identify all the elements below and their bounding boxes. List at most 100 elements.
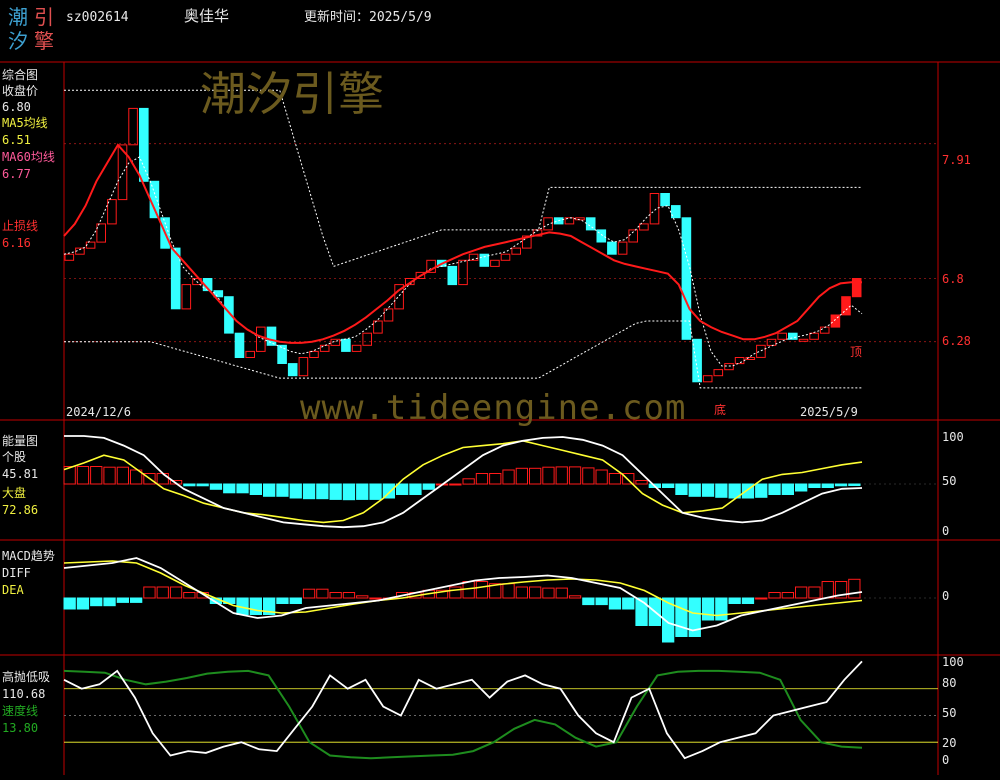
energy-bar (675, 483, 688, 495)
candle (298, 357, 309, 377)
energy-bar (289, 483, 302, 499)
energy-bar (236, 483, 249, 494)
macd-bar (848, 578, 861, 599)
candle (277, 344, 287, 364)
macd-bar (755, 597, 768, 600)
macd-bar (701, 597, 715, 621)
p4-tick-0: 0 (942, 753, 950, 767)
panel1-title: 综合图 (2, 68, 39, 82)
energy-bar (555, 466, 568, 485)
macd-bar (728, 597, 741, 604)
macd-bar (329, 592, 342, 599)
macd-bar (302, 588, 316, 599)
candle (724, 363, 734, 371)
macd-bar (595, 597, 608, 606)
p4-tick-80: 80 (942, 676, 957, 690)
candle (149, 180, 160, 219)
macd-bar (316, 588, 329, 599)
close-label: 收盘价 (2, 84, 39, 98)
energy-bar (755, 483, 768, 498)
energy-bar (834, 483, 848, 487)
energy-bar (263, 483, 276, 497)
macd-bar (741, 597, 755, 604)
candle (373, 320, 383, 334)
energy-bar (768, 483, 781, 495)
candle (734, 357, 745, 365)
macd-bar (821, 581, 834, 599)
watermark-url: www.tideengine.com (300, 388, 687, 428)
energy-bar (449, 483, 462, 486)
ma60-line (63, 143, 862, 344)
candle (798, 338, 809, 342)
macd-bar (90, 597, 103, 607)
tick-6-8: 6.8 (942, 272, 964, 286)
energy-bar (848, 483, 861, 486)
candle (85, 241, 96, 249)
energy-bar (196, 483, 209, 487)
candle (490, 259, 500, 267)
macd-bar (582, 597, 595, 606)
panel4-value: 110.68 (2, 687, 46, 701)
macd-bar (715, 597, 728, 621)
candle (511, 247, 521, 255)
candle (266, 326, 277, 346)
dea-label: DEA (2, 583, 24, 597)
speed-line (63, 669, 863, 760)
macd-bar (183, 592, 196, 599)
candle (617, 241, 628, 255)
energy-bar (795, 483, 808, 492)
energy-bar (502, 469, 515, 485)
channel-lower (64, 320, 862, 389)
candle (96, 223, 107, 243)
energy-bar (688, 483, 701, 497)
p2-tick-0: 0 (942, 524, 950, 538)
energy-bar (183, 483, 196, 487)
macd-bar (169, 586, 183, 599)
energy-bar (529, 467, 542, 485)
candle (607, 241, 617, 255)
candle (107, 199, 117, 225)
macd-bar (768, 592, 781, 599)
panel2-title: 能量图 (2, 434, 39, 448)
energy-bar (568, 466, 582, 485)
energy-bar (489, 473, 502, 485)
energy-bar (422, 483, 435, 490)
stock-energy-label: 个股 (2, 450, 27, 464)
channel-upper (64, 89, 862, 268)
close-value: 6.80 (2, 100, 31, 114)
candle (543, 217, 553, 231)
energy-bar (475, 473, 489, 485)
p4-tick-20: 20 (942, 736, 957, 750)
market-energy-label: 大盘 (2, 486, 27, 500)
macd-bar (156, 586, 169, 599)
market-energy-value: 72.86 (2, 503, 39, 517)
p4-tick-50: 50 (942, 706, 957, 720)
energy-bar (223, 483, 236, 494)
candle (500, 253, 511, 261)
panel4-title: 高抛低吸 (2, 670, 51, 684)
macd-bar (342, 592, 356, 599)
energy-bar (249, 483, 262, 495)
macd-bar (249, 597, 262, 615)
macd-bar (143, 586, 156, 599)
candle (287, 363, 298, 377)
macd-bar (555, 587, 568, 599)
energy-bar (582, 467, 595, 485)
ma60-value: 6.77 (2, 167, 31, 181)
watermark-brand: 潮汐引擎 (200, 67, 384, 121)
candle (458, 259, 468, 286)
energy-bar (209, 483, 223, 490)
energy-bar (608, 473, 622, 485)
candle (330, 338, 341, 346)
candle (139, 107, 149, 182)
p2-tick-50: 50 (942, 474, 957, 488)
stop-value: 6.16 (2, 236, 31, 250)
energy-bar (116, 466, 129, 485)
candle (383, 308, 394, 322)
candle (351, 344, 362, 352)
candle (692, 338, 702, 383)
candle (234, 332, 245, 359)
tick-7-91: 7.91 (942, 153, 971, 167)
energy-bar (156, 473, 169, 485)
energy-bar (76, 466, 90, 485)
